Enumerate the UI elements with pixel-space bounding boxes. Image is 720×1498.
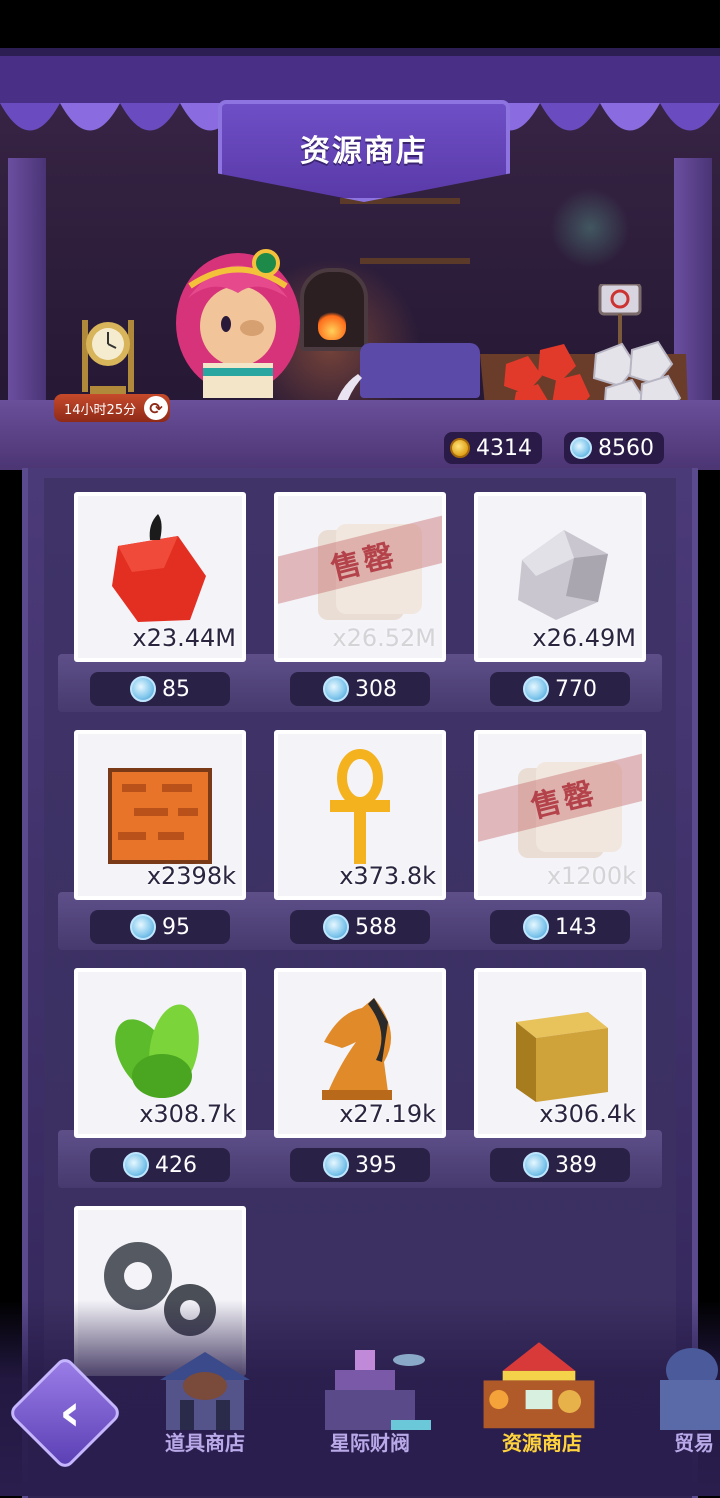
item-price-value: 85: [162, 676, 190, 702]
item-price-value: 770: [555, 676, 597, 702]
shop-title-board: 资源商店: [218, 100, 510, 202]
item-price-button[interactable]: 770: [490, 672, 630, 706]
item-price-button[interactable]: 588: [290, 910, 430, 944]
nav-item-galactic-tycoon[interactable]: 星际财阀: [305, 1320, 435, 1480]
shop-item-card[interactable]: x373.8k: [274, 730, 446, 900]
gem-balance: 8560: [564, 432, 664, 464]
nav-item-props-shop[interactable]: 道具商店: [140, 1320, 270, 1480]
gem-icon: [523, 676, 549, 702]
shop-item-card[interactable]: x2398k: [74, 730, 246, 900]
resource-shop-icon: [483, 1342, 595, 1429]
item-price-button[interactable]: 143: [490, 910, 630, 944]
item-price-value: 426: [155, 1152, 197, 1178]
nav-label: 资源商店: [502, 1431, 582, 1455]
item-quantity: x26.52M: [332, 624, 436, 652]
item-price-button[interactable]: 389: [490, 1148, 630, 1182]
chevron-left-icon[interactable]: ‹: [42, 1383, 98, 1443]
item-price-button[interactable]: 85: [90, 672, 230, 706]
item-price-button[interactable]: 395: [290, 1148, 430, 1182]
shop-item-card[interactable]: x27.19k: [274, 968, 446, 1138]
nav-item-trade[interactable]: 贸易: [640, 1320, 720, 1480]
nav-label: 星际财阀: [330, 1431, 410, 1455]
page-title: 资源商店: [300, 134, 428, 169]
gem-icon: [570, 437, 592, 459]
item-price-value: 143: [555, 914, 597, 940]
coin-balance: 4314: [444, 432, 542, 464]
gem-icon: [323, 676, 349, 702]
shop-item-card[interactable]: x26.49M: [474, 492, 646, 662]
item-price-value: 95: [162, 914, 190, 940]
gem-icon: [323, 1152, 349, 1178]
item-quantity: x1200k: [546, 862, 636, 890]
clock-icon: [82, 320, 134, 394]
nav-label: 道具商店: [165, 1431, 245, 1455]
nav-label: 贸易: [674, 1431, 714, 1455]
shop-item-card[interactable]: x308.7k: [74, 968, 246, 1138]
item-price-value: 588: [355, 914, 397, 940]
coin-icon: [450, 438, 470, 458]
status-bar: [0, 0, 720, 48]
item-quantity: x306.4k: [539, 1100, 636, 1128]
nav-item-resource-shop[interactable]: 资源商店: [474, 1320, 610, 1480]
gem-icon: [130, 676, 156, 702]
shop-item-card[interactable]: x23.44M: [74, 492, 246, 662]
gem-icon: [123, 1152, 149, 1178]
item-price-button[interactable]: 426: [90, 1148, 230, 1182]
back-shelf-2: [360, 258, 470, 264]
gem-icon: [130, 914, 156, 940]
gem-balance-value: 8560: [598, 435, 654, 461]
item-quantity: x373.8k: [339, 862, 436, 890]
shop-item-card[interactable]: x26.52M 售罄: [274, 492, 446, 662]
item-quantity: x26.49M: [532, 624, 636, 652]
gem-icon: [523, 914, 549, 940]
refresh-timer: 14小时25分 ⟳: [54, 394, 170, 422]
item-quantity: x308.7k: [139, 1100, 236, 1128]
item-quantity: x2398k: [146, 862, 236, 890]
shopkeeper-character: [176, 249, 300, 398]
gem-icon: [323, 914, 349, 940]
item-quantity: x27.19k: [339, 1100, 436, 1128]
refresh-icon[interactable]: ⟳: [144, 396, 168, 420]
item-price-value: 395: [355, 1152, 397, 1178]
shop-item-card[interactable]: x1200k 售罄: [474, 730, 646, 900]
item-price-button[interactable]: 95: [90, 910, 230, 944]
trade-icon: [660, 1348, 720, 1430]
refresh-timer-text: 14小时25分: [64, 402, 137, 418]
shop-item-card[interactable]: x306.4k: [474, 968, 646, 1138]
side-table: [360, 343, 480, 398]
item-price-value: 308: [355, 676, 397, 702]
gem-icon: [523, 1152, 549, 1178]
item-price-button[interactable]: 308: [290, 672, 430, 706]
item-price-value: 389: [555, 1152, 597, 1178]
galactic-tycoon-icon: [325, 1350, 431, 1430]
props-shop-icon: [160, 1352, 250, 1430]
coin-balance-value: 4314: [476, 435, 532, 461]
fire-icon: [318, 310, 346, 340]
item-quantity: x23.44M: [132, 624, 236, 652]
